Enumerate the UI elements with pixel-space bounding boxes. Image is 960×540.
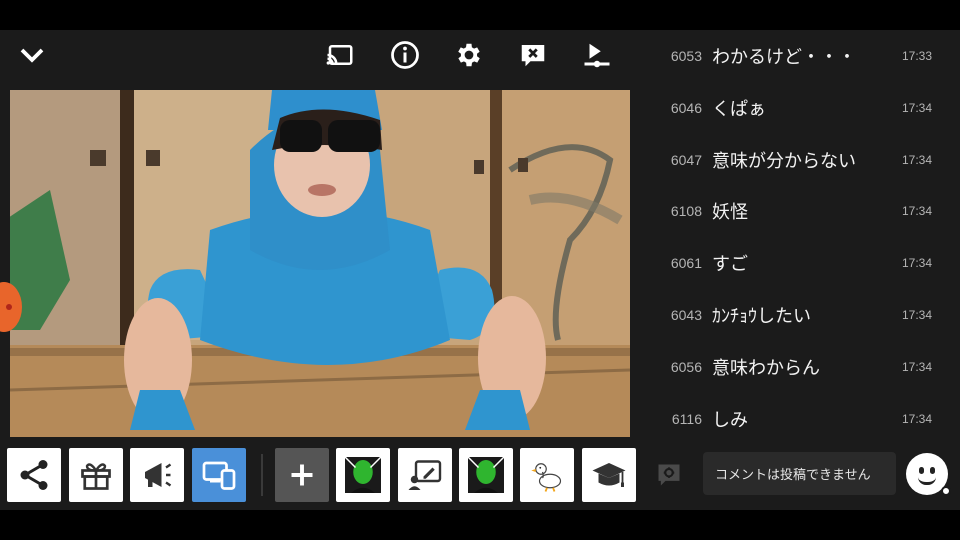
info-icon[interactable] (387, 37, 423, 73)
comment-row[interactable]: 6047 意味が分からない 17:34 (640, 134, 960, 186)
comment-time: 17:34 (902, 100, 933, 115)
share-icon (20, 460, 48, 490)
comment-row[interactable]: 6046 くぱぁ 17:34 (640, 82, 960, 134)
plugin-button-3[interactable] (459, 448, 513, 502)
comment-text: ｶﾝﾁｮｳしたい (712, 306, 811, 327)
draw-icon (408, 460, 442, 490)
add-icon (291, 464, 313, 486)
plugin-button-2[interactable] (398, 448, 452, 502)
gift-icon (81, 463, 111, 490)
comment-time: 17:34 (902, 152, 933, 167)
green-face-icon (345, 457, 381, 493)
comment-input-field[interactable]: コメントは投稿できません (703, 452, 896, 495)
comment-number: 6053 (670, 48, 702, 64)
comment-time: 17:34 (902, 359, 933, 374)
comment-list[interactable]: 6053 わかるけど・・・ 17:33 6046 くぱぁ 17:34 6047 意味が分からな… (640, 30, 960, 442)
live-player-app: 6053 わかるけど・・・ 17:33 6046 くぱぁ 17:34 6047 意味が分からな… (0, 30, 960, 510)
player-toolbar (0, 30, 640, 80)
comment-number: 6056 (670, 358, 702, 375)
comment-text: くぱぁ (712, 98, 766, 120)
comment-row[interactable]: 6056 意味わからん 17:34 (640, 341, 960, 393)
duck-icon (531, 463, 562, 492)
comment-time: 17:34 (902, 256, 933, 271)
comment-text: しみ (712, 409, 748, 431)
green-face-icon (468, 457, 504, 493)
plugin-button-4[interactable] (520, 448, 574, 502)
comment-text: わかるけど・・・ (712, 47, 856, 68)
comment-number: 6047 (670, 151, 702, 168)
comment-time: 17:34 (902, 308, 933, 322)
comment-text: 妖怪 (712, 202, 748, 224)
comment-settings-button[interactable] (652, 458, 686, 492)
comment-gear-icon (658, 464, 680, 486)
comment-text: 意味が分からない (712, 150, 856, 172)
plugin-button-5[interactable] (582, 448, 636, 502)
add-button[interactable] (275, 448, 329, 502)
comment-number: 6116 (671, 410, 702, 427)
megaphone-icon (145, 463, 172, 487)
video-stream[interactable] (10, 90, 630, 437)
comment-number: 6046 (670, 99, 702, 116)
emoji-face-button[interactable] (906, 453, 951, 496)
plugin-button-1[interactable] (336, 448, 390, 502)
comment-row[interactable]: 6043 ｶﾝﾁｮｳしたい 17:34 (640, 289, 960, 341)
comment-row[interactable]: 6053 わかるけど・・・ 17:33 (640, 30, 960, 82)
comment-time: 17:34 (902, 411, 933, 426)
gift-button[interactable] (69, 448, 123, 502)
action-bar (0, 448, 640, 502)
comment-time: 17:33 (902, 49, 933, 63)
comment-number: 6108 (670, 203, 702, 220)
comment-off-icon[interactable] (515, 37, 551, 73)
comment-time: 17:34 (902, 204, 933, 219)
screen-switch-button[interactable] (192, 448, 246, 502)
comment-row[interactable]: 6061 すご 17:34 (640, 237, 960, 289)
comment-row[interactable]: 6108 妖怪 17:34 (640, 185, 960, 237)
screen-switch-icon (202, 461, 236, 490)
queue-play-icon[interactable] (579, 37, 615, 73)
comment-number: 6061 (670, 255, 702, 272)
collapse-chevron-icon[interactable] (14, 37, 50, 73)
gear-icon[interactable] (451, 37, 487, 73)
cast-icon[interactable] (322, 37, 358, 73)
share-button[interactable] (7, 448, 61, 502)
comment-text: すご (712, 254, 748, 276)
comment-number: 6043 (670, 307, 702, 323)
comment-text: 意味わからん (712, 357, 820, 379)
graduation-cap-icon (592, 463, 626, 487)
comment-row[interactable]: 6116 しみ 17:34 (640, 393, 960, 445)
video-frame-illustration (10, 90, 630, 437)
action-divider (261, 454, 263, 496)
announce-button[interactable] (130, 448, 184, 502)
